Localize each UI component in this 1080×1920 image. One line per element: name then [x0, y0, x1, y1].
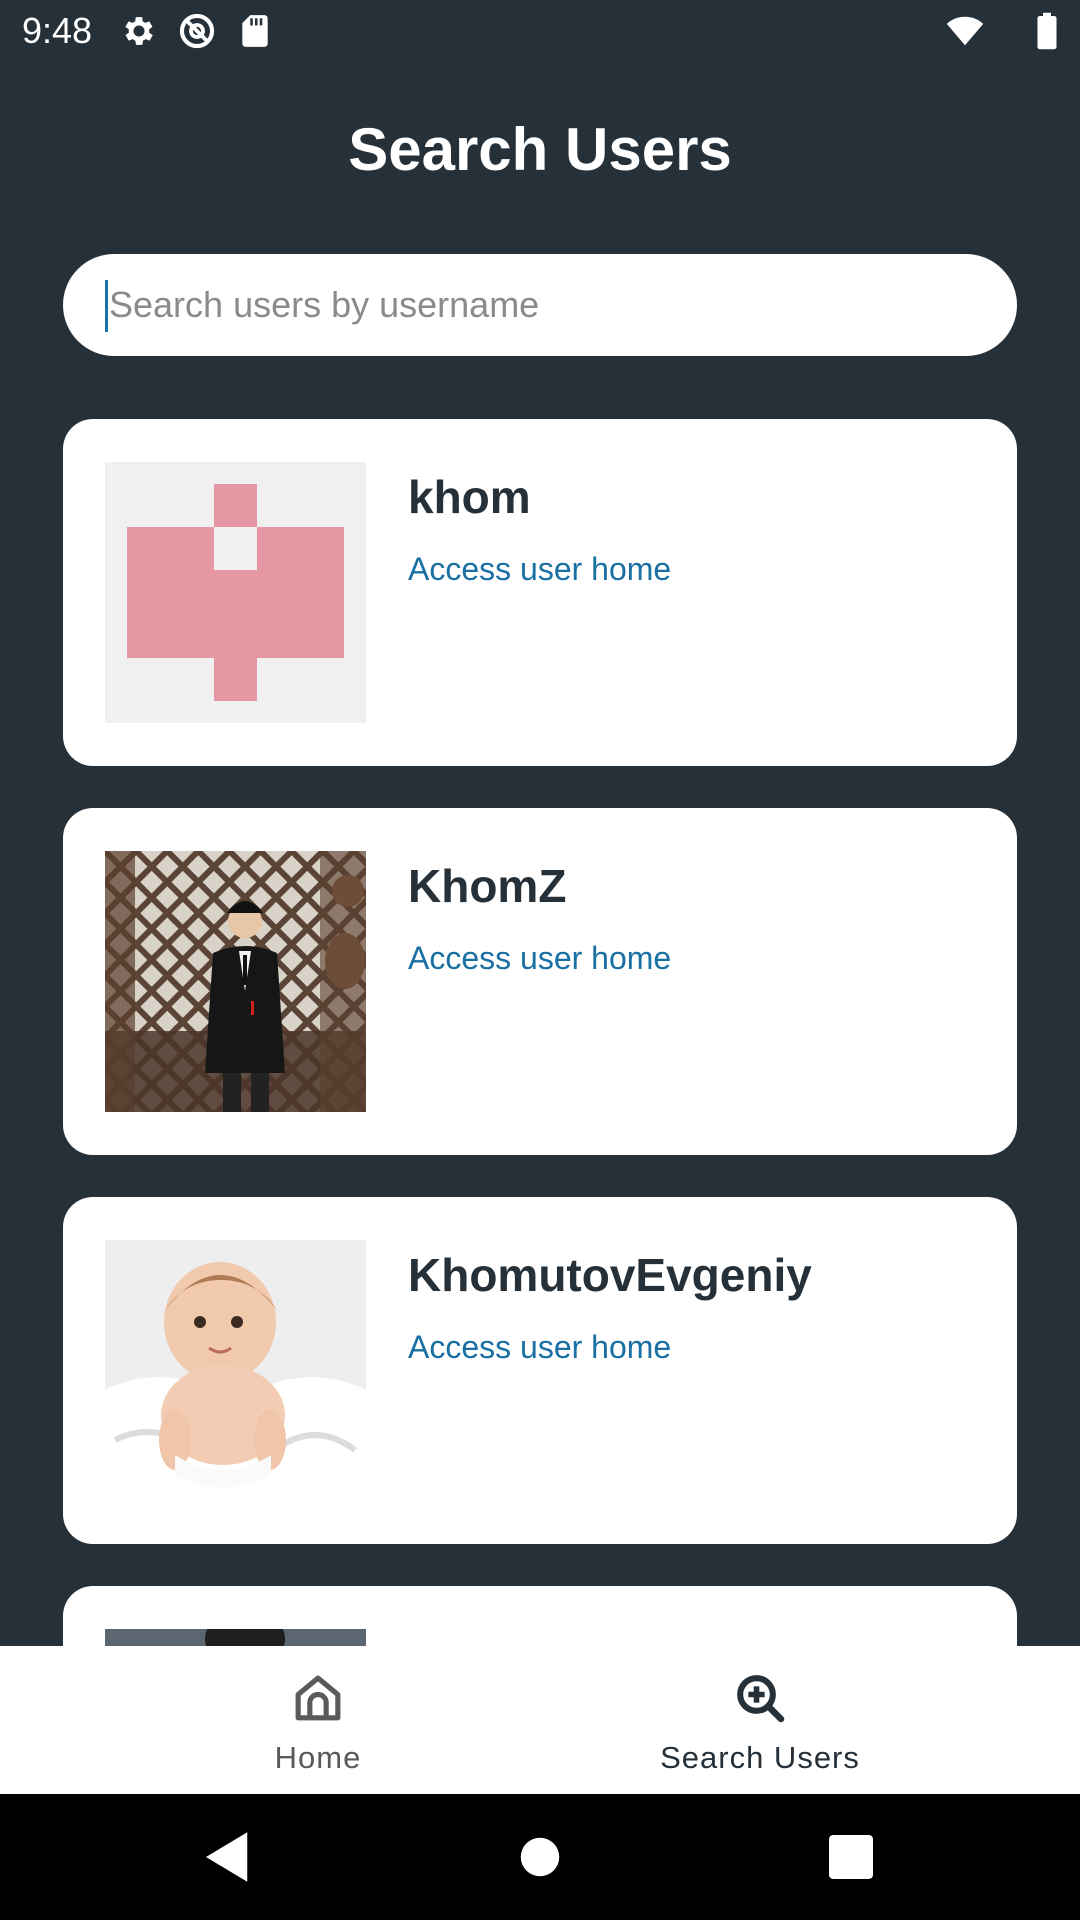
- search-input[interactable]: [105, 254, 979, 356]
- identicon-avatar: [105, 462, 366, 723]
- user-card[interactable]: KhomZ Access user home: [63, 808, 1017, 1155]
- username: KhomZ: [408, 860, 567, 912]
- user-card[interactable]: KhomutovEvgeniy Access user home: [63, 1197, 1017, 1544]
- sd-card-icon: [242, 15, 268, 47]
- search-plus-icon: [737, 1675, 785, 1723]
- username: khom: [408, 471, 531, 523]
- wifi-icon: [946, 16, 984, 46]
- user-photo: [105, 851, 366, 1112]
- nav-label-search-users: Search Users: [660, 1740, 860, 1775]
- username: KhomutovEvgeniy: [408, 1249, 812, 1301]
- avatar: [105, 462, 366, 723]
- search-box[interactable]: [63, 254, 1017, 356]
- user-card[interactable]: [63, 1586, 1017, 1646]
- access-user-home-link[interactable]: Access user home: [408, 938, 671, 978]
- avatar: [105, 1240, 366, 1501]
- access-user-home-link[interactable]: Access user home: [408, 549, 671, 589]
- user-card[interactable]: khom Access user home: [63, 419, 1017, 766]
- status-bar: 9:48: [0, 0, 1080, 62]
- text-caret: [105, 280, 108, 332]
- user-list[interactable]: khom Access user home KhomZ Access user …: [0, 380, 1080, 1646]
- back-icon[interactable]: [195, 1824, 261, 1890]
- home-circle-icon[interactable]: [507, 1824, 573, 1890]
- user-photo: [105, 1240, 366, 1501]
- gear-icon: [125, 17, 153, 45]
- avatar: [105, 851, 366, 1112]
- avatar: [105, 1629, 366, 1646]
- at-sign-icon: [179, 13, 215, 49]
- user-photo: [105, 1629, 366, 1646]
- nav-item-search-users[interactable]: Search Users: [490, 1646, 1030, 1794]
- status-time: 9:48: [22, 10, 93, 51]
- page-title: Search Users: [348, 116, 732, 183]
- recents-icon[interactable]: [818, 1824, 884, 1890]
- system-navigation-bar: [0, 1794, 1080, 1920]
- access-user-home-link[interactable]: Access user home: [408, 1327, 671, 1367]
- bottom-navigation: Home Search Users: [0, 1646, 1080, 1794]
- search-users-screen: 9:48 Search Users Search users by userna…: [0, 0, 1080, 1920]
- home-icon: [295, 1675, 341, 1721]
- battery-icon: [1037, 12, 1057, 50]
